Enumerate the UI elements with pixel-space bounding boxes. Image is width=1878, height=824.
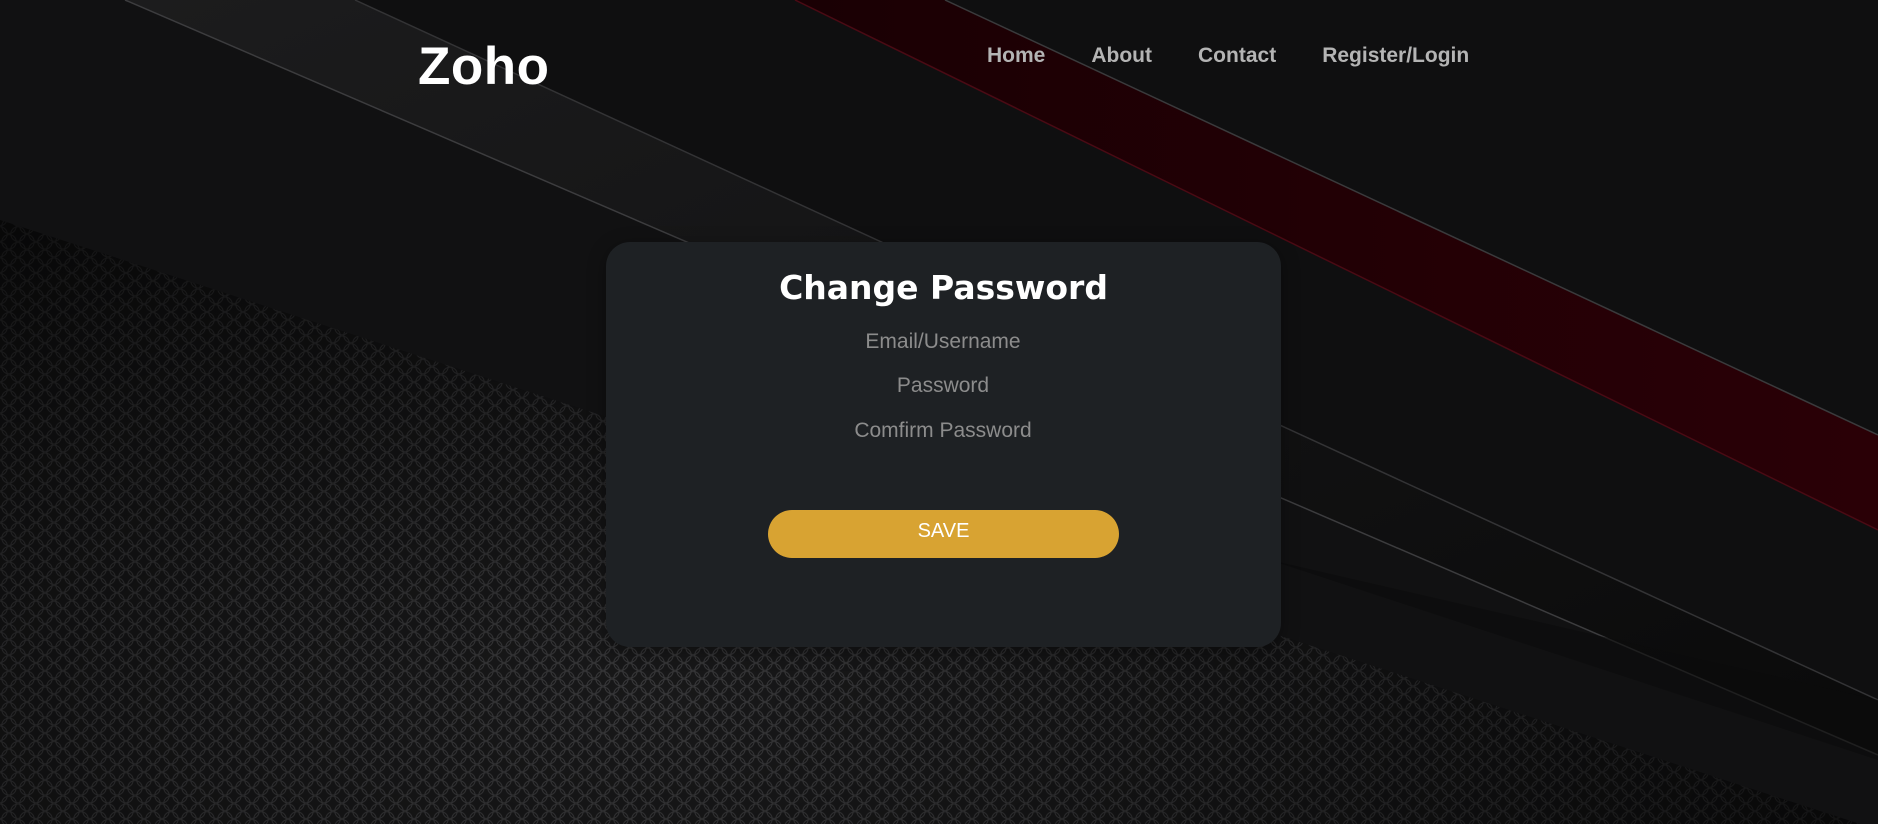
main-nav: Home About Contact Register/Login (987, 44, 1469, 68)
confirm-password-field[interactable] (793, 416, 1093, 446)
card-title: Change Password (779, 268, 1108, 307)
save-button[interactable]: SAVE (768, 510, 1119, 558)
nav-about-link[interactable]: About (1091, 44, 1152, 68)
change-password-card: Change Password SAVE (606, 242, 1281, 647)
nav-home-link[interactable]: Home (987, 44, 1045, 68)
email-username-field[interactable] (793, 327, 1093, 357)
password-field[interactable] (793, 371, 1093, 401)
nav-register-login-link[interactable]: Register/Login (1322, 44, 1469, 68)
logo[interactable]: Zoho (418, 40, 550, 93)
nav-contact-link[interactable]: Contact (1198, 44, 1276, 68)
page-background: Zoho Home About Contact Register/Login C… (0, 0, 1878, 824)
